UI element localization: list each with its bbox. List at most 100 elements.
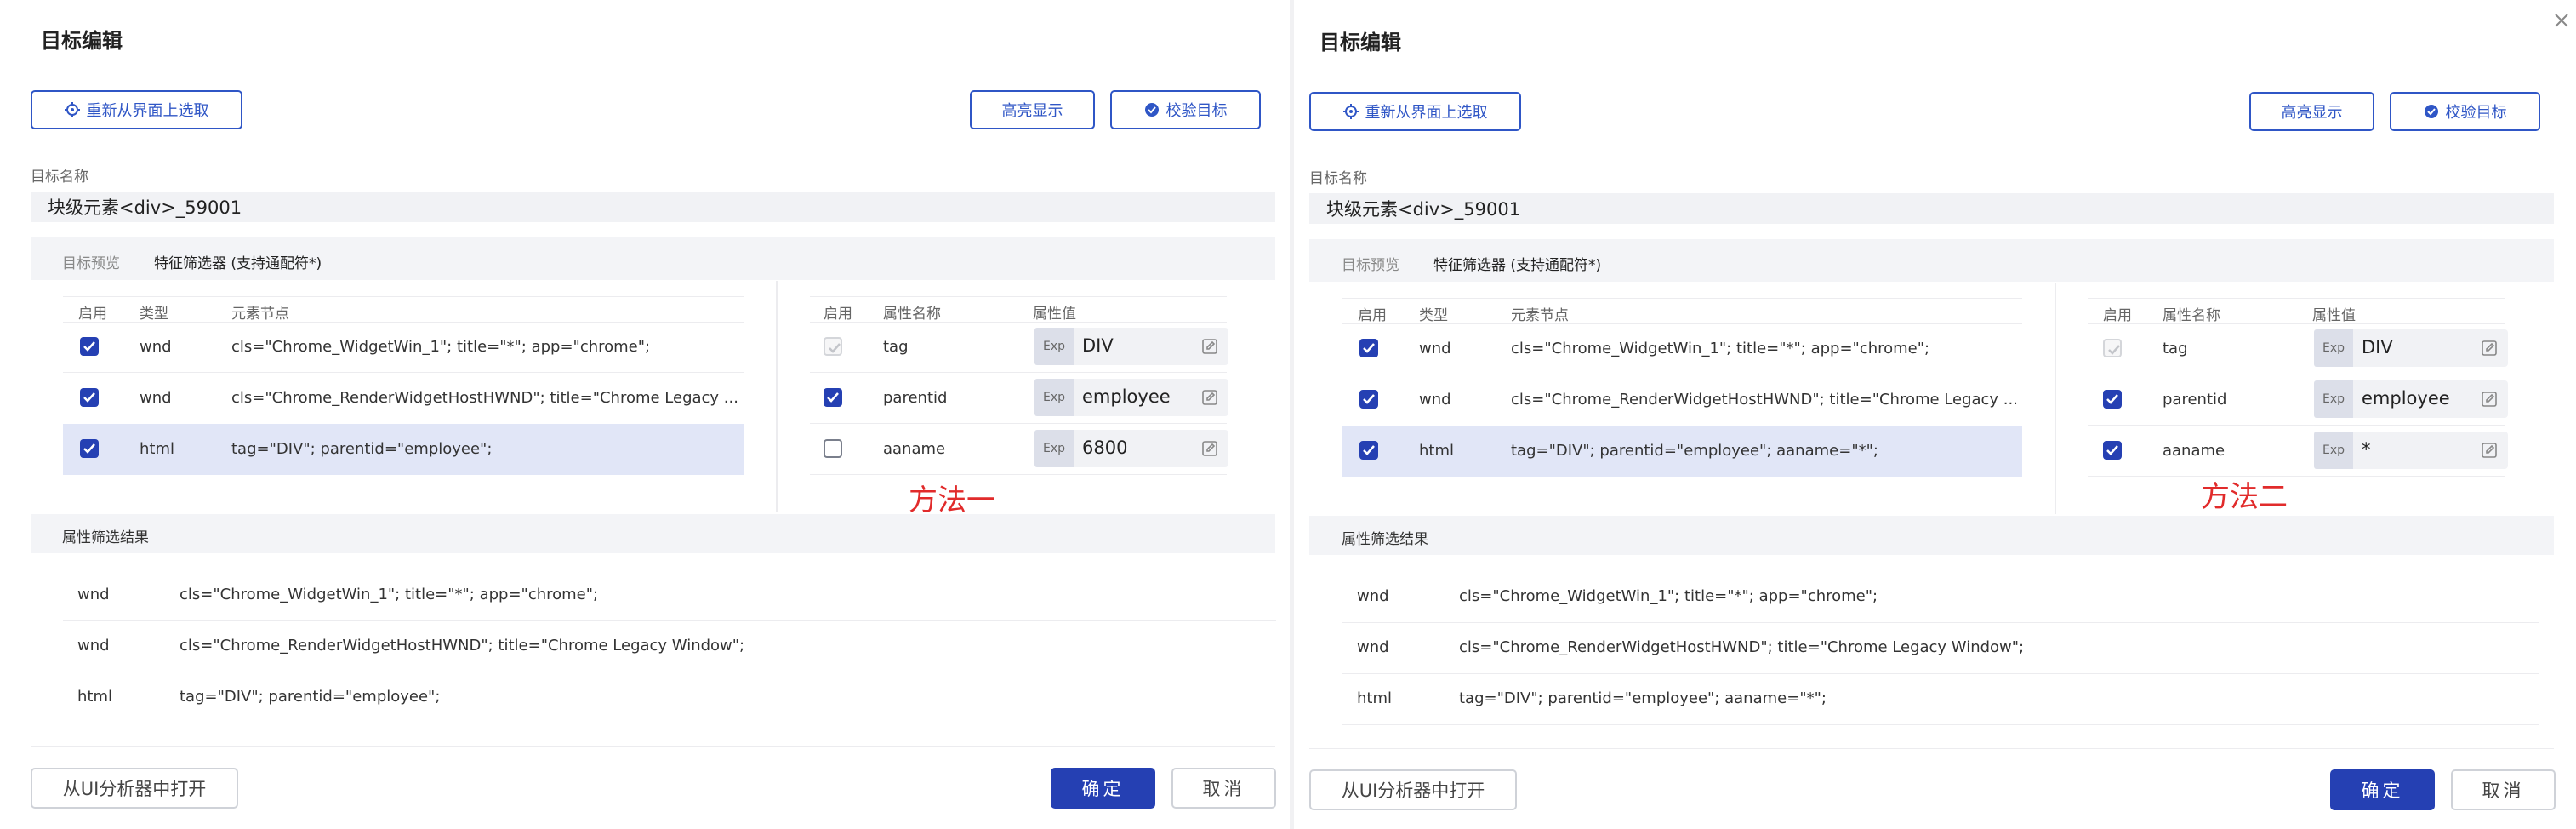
result-type: html — [77, 688, 113, 706]
reselect-button[interactable]: 重新从界面上选取 — [31, 90, 242, 129]
reselect-button[interactable]: 重新从界面上选取 — [1309, 92, 1521, 131]
highlight-button[interactable]: 高亮显示 — [2249, 92, 2374, 131]
table-divider — [776, 281, 778, 512]
tab-feature-filter[interactable]: 特征筛选器 (支持通配符*) — [1433, 253, 1601, 274]
edit-icon[interactable] — [1201, 338, 1218, 358]
open-ui-analyzer-label: 从UI分析器中打开 — [62, 779, 207, 799]
open-ui-analyzer-button[interactable]: 从UI分析器中打开 — [31, 768, 238, 809]
header-enable: 启用 — [824, 306, 852, 323]
target-name-label: 目标名称 — [31, 169, 88, 186]
edit-icon[interactable] — [2481, 391, 2498, 411]
divider — [63, 372, 744, 373]
attr-checkbox[interactable] — [824, 388, 842, 407]
attr-name: tag — [2163, 340, 2188, 357]
result-header-bar — [31, 514, 1275, 553]
result-value: tag="DIV"; parentid="employee"; aaname="… — [1459, 689, 1827, 707]
header-type: 类型 — [140, 306, 168, 323]
verify-label: 校验目标 — [2445, 104, 2507, 122]
node-checkbox[interactable] — [80, 439, 99, 458]
ok-label: 确定 — [2361, 780, 2404, 801]
exp-badge[interactable]: Exp — [2314, 432, 2353, 469]
edit-icon[interactable] — [2481, 442, 2498, 462]
reselect-label: 重新从界面上选取 — [86, 102, 209, 120]
node-value: tag="DIV"; parentid="employee"; aaname="… — [1511, 442, 1878, 460]
ok-label: 确定 — [1081, 779, 1125, 799]
divider — [1342, 323, 2022, 324]
target-icon — [64, 102, 80, 117]
header-enable: 启用 — [1358, 307, 1387, 324]
open-ui-analyzer-label: 从UI分析器中打开 — [1341, 780, 1485, 801]
cancel-label: 取消 — [2482, 780, 2525, 801]
edit-icon[interactable] — [1201, 389, 1218, 409]
edit-icon[interactable] — [1201, 440, 1218, 460]
result-value: cls="Chrome_RenderWidgetHostHWND"; title… — [180, 637, 745, 655]
divider — [31, 746, 1275, 747]
close-icon[interactable] — [2553, 12, 2570, 32]
header-node: 元素节点 — [1511, 307, 1569, 324]
attr-checkbox[interactable] — [2103, 441, 2122, 460]
result-value: tag="DIV"; parentid="employee"; — [180, 688, 441, 706]
verify-button[interactable]: 校验目标 — [2390, 92, 2540, 131]
highlight-label: 高亮显示 — [2281, 104, 2343, 122]
target-name-field[interactable]: 块级元素<div>_59001 — [31, 192, 1275, 222]
divider — [63, 296, 744, 297]
attr-name: aaname — [2163, 442, 2226, 460]
cancel-label: 取消 — [1202, 779, 1245, 799]
node-checkbox[interactable] — [80, 337, 99, 356]
exp-badge[interactable]: Exp — [2314, 380, 2353, 418]
node-checkbox[interactable] — [1359, 441, 1378, 460]
exp-badge[interactable]: Exp — [2314, 329, 2353, 367]
divider — [63, 322, 744, 323]
divider — [1342, 724, 2539, 725]
open-ui-analyzer-button[interactable]: 从UI分析器中打开 — [1309, 769, 1517, 810]
dialog-method-one: 目标编辑 重新从界面上选取 高亮显示 校验目标 目标名称 块级元素<div>_5… — [0, 0, 1290, 829]
node-type: wnd — [1419, 340, 1451, 357]
tab-preview[interactable]: 目标预览 — [1342, 253, 1399, 274]
node-checkbox[interactable] — [80, 388, 99, 407]
header-type: 类型 — [1419, 307, 1448, 324]
attr-checkbox[interactable] — [824, 439, 842, 458]
cancel-button[interactable]: 取消 — [1171, 768, 1276, 809]
ok-button[interactable]: 确定 — [1051, 768, 1155, 809]
exp-badge[interactable]: Exp — [1034, 430, 1074, 467]
divider — [1309, 748, 2554, 749]
divider — [2088, 323, 2505, 324]
tab-feature-filter[interactable]: 特征筛选器 (支持通配符*) — [154, 251, 322, 272]
attr-name: parentid — [2163, 391, 2227, 409]
method-label: 方法二 — [2201, 480, 2288, 514]
node-type: wnd — [1419, 391, 1451, 409]
attr-checkbox — [824, 337, 842, 356]
check-circle-icon — [1144, 102, 1160, 117]
result-header-bar — [1309, 516, 2554, 555]
exp-badge[interactable]: Exp — [1034, 328, 1074, 365]
verify-button[interactable]: 校验目标 — [1110, 90, 1261, 129]
attr-value: DIV — [2362, 337, 2393, 357]
result-value: cls="Chrome_WidgetWin_1"; title="*"; app… — [180, 586, 599, 603]
result-type: wnd — [1357, 587, 1389, 605]
exp-badge[interactable]: Exp — [1034, 379, 1074, 416]
target-name-value: 块级元素<div>_59001 — [1326, 199, 1521, 220]
header-attr-value: 属性值 — [2312, 307, 2356, 324]
node-value: cls="Chrome_RenderWidgetHostHWND"; title… — [1511, 391, 2018, 409]
divider — [1342, 673, 2539, 674]
divider — [2088, 425, 2505, 426]
table-divider — [2055, 283, 2056, 514]
node-type: html — [1419, 442, 1455, 460]
cancel-button[interactable]: 取消 — [2451, 769, 2556, 810]
attr-value: employee — [2362, 388, 2450, 409]
result-value: cls="Chrome_RenderWidgetHostHWND"; title… — [1459, 638, 2025, 656]
highlight-button[interactable]: 高亮显示 — [970, 90, 1095, 129]
ok-button[interactable]: 确定 — [2330, 769, 2435, 810]
node-value: tag="DIV"; parentid="employee"; — [231, 440, 493, 458]
attr-name: parentid — [883, 389, 948, 407]
edit-icon[interactable] — [2481, 340, 2498, 360]
tab-preview[interactable]: 目标预览 — [62, 251, 120, 272]
node-checkbox[interactable] — [1359, 339, 1378, 357]
divider — [810, 322, 1227, 323]
attr-value: * — [2362, 439, 2371, 460]
node-checkbox[interactable] — [1359, 390, 1378, 409]
result-value: cls="Chrome_WidgetWin_1"; title="*"; app… — [1459, 587, 1878, 605]
node-type: wnd — [140, 338, 172, 356]
attr-checkbox[interactable] — [2103, 390, 2122, 409]
target-name-field[interactable]: 块级元素<div>_59001 — [1309, 193, 2554, 224]
